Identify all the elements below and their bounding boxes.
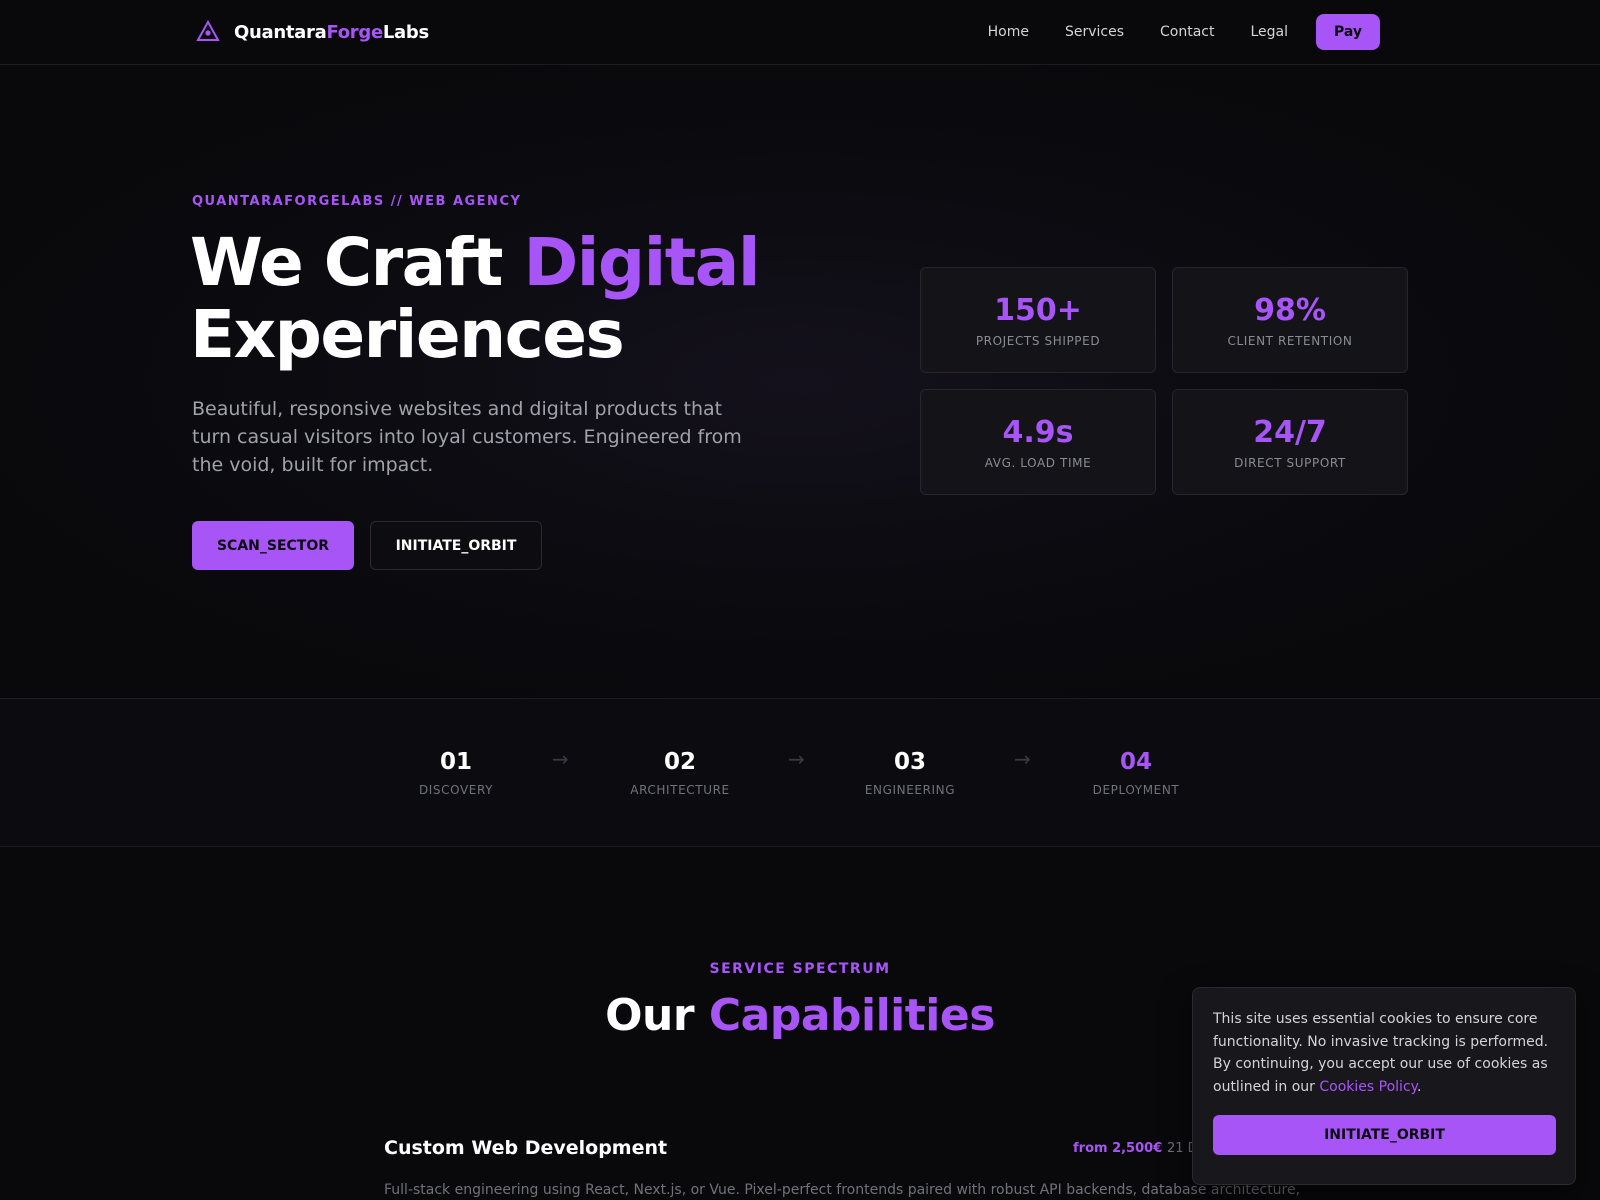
step-discovery: 01 DISCOVERY: [376, 749, 536, 797]
step-number: 02: [663, 749, 696, 775]
nav-link-services[interactable]: Services: [1065, 24, 1124, 40]
nav-link-home[interactable]: Home: [988, 24, 1029, 40]
stat-card-projects: 150+ PROJECTS SHIPPED: [920, 267, 1156, 373]
stat-value: 4.9s: [1002, 414, 1074, 450]
arrow-right-icon: →: [552, 747, 569, 771]
step-engineering: 03 ENGINEERING: [830, 749, 990, 797]
services-title-accent: Capabilities: [708, 990, 996, 1041]
step-number: 03: [893, 749, 926, 775]
nav-link-legal[interactable]: Legal: [1250, 24, 1288, 40]
cookies-policy-link[interactable]: Cookies Policy: [1319, 1079, 1417, 1095]
initiate-orbit-button[interactable]: INITIATE_ORBIT: [370, 521, 542, 570]
hero-eyebrow: QUANTARAFORGELABS // WEB AGENCY: [192, 194, 522, 209]
brand-accent: Forge: [326, 21, 383, 43]
pay-button[interactable]: Pay: [1316, 14, 1380, 50]
services-eyebrow: SERVICE SPECTRUM: [709, 961, 891, 977]
services-title-part1: Our: [605, 990, 709, 1041]
top-navigation: QuantaraForgeLabs Home Services Contact …: [0, 0, 1600, 65]
process-steps: 01 DISCOVERY → 02 ARCHITECTURE → 03 ENGI…: [0, 699, 1600, 847]
service-name: Custom Web Development: [384, 1137, 668, 1159]
brand-name: QuantaraForgeLabs: [234, 22, 429, 43]
hero-title: We Craft Digital Experiences: [190, 224, 760, 373]
nav-link-contact[interactable]: Contact: [1160, 24, 1214, 40]
stat-label: CLIENT RETENTION: [1227, 333, 1353, 348]
stat-label: DIRECT SUPPORT: [1234, 455, 1346, 470]
stat-label: AVG. LOAD TIME: [984, 455, 1092, 470]
stat-card-load-time: 4.9s AVG. LOAD TIME: [920, 389, 1156, 495]
service-description: Full-stack engineering using React, Next…: [384, 1182, 1301, 1198]
stat-card-retention: 98% CLIENT RETENTION: [1172, 267, 1408, 373]
cookie-text: This site uses essential cookies to ensu…: [1213, 1008, 1558, 1098]
step-label: DISCOVERY: [418, 783, 494, 797]
brand-logo[interactable]: QuantaraForgeLabs: [196, 20, 429, 44]
nav-links: Home Services Contact Legal Pay: [952, 14, 1380, 50]
step-number: 01: [439, 749, 472, 775]
triangle-logo-icon: [196, 20, 220, 41]
scan-sector-button[interactable]: SCAN_SECTOR: [192, 521, 354, 570]
hero-title-part2: Experiences: [190, 296, 625, 373]
hero-subtitle: Beautiful, responsive websites and digit…: [192, 398, 742, 476]
cookie-message-end: .: [1416, 1078, 1422, 1095]
stat-label: PROJECTS SHIPPED: [975, 333, 1101, 348]
step-label: ENGINEERING: [864, 783, 956, 797]
step-architecture: 02 ARCHITECTURE: [600, 749, 760, 797]
step-label: ARCHITECTURE: [630, 783, 730, 797]
stat-value: 24/7: [1253, 414, 1327, 450]
step-deployment: 04 DEPLOYMENT: [1056, 749, 1216, 797]
hero-section: QUANTARAFORGELABS // WEB AGENCY We Craft…: [0, 65, 1600, 699]
stat-value: 150+: [994, 292, 1082, 328]
stat-value: 98%: [1254, 292, 1326, 328]
service-price: from 2,500€: [1073, 1141, 1163, 1156]
brand-suffix: Labs: [382, 21, 429, 43]
hero-title-accent: Digital: [523, 224, 760, 301]
step-label: DEPLOYMENT: [1092, 783, 1180, 797]
hero-title-part1: We Craft: [190, 224, 524, 301]
arrow-right-icon: →: [788, 747, 805, 771]
cookie-accept-button[interactable]: INITIATE_ORBIT: [1213, 1115, 1556, 1155]
step-number: 04: [1119, 749, 1152, 775]
arrow-right-icon: →: [1014, 747, 1031, 771]
brand-prefix: Quantara: [234, 21, 327, 43]
stat-card-support: 24/7 DIRECT SUPPORT: [1172, 389, 1408, 495]
cookie-banner: This site uses essential cookies to ensu…: [1192, 987, 1576, 1185]
